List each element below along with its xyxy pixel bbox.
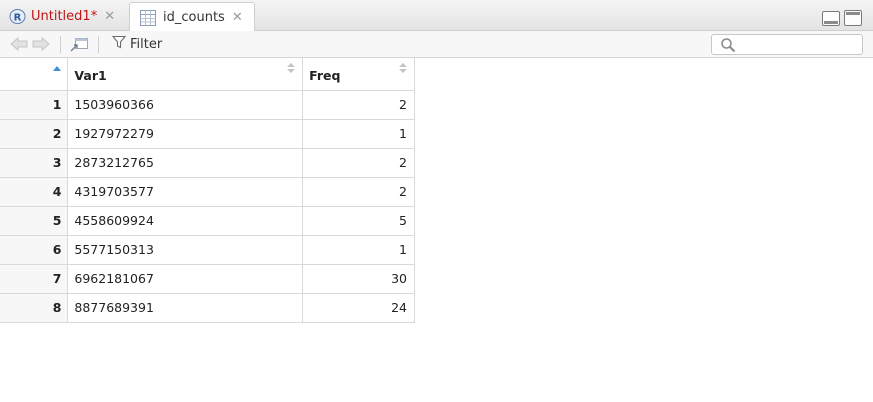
row-index: 3 xyxy=(0,148,69,178)
cell-freq: 1 xyxy=(302,235,415,265)
minimize-pane-icon[interactable] xyxy=(822,11,840,26)
cell-freq: 2 xyxy=(302,177,415,207)
history-nav xyxy=(9,36,51,56)
cell-freq: 2 xyxy=(302,90,415,120)
maximize-pane-icon[interactable] xyxy=(844,10,862,26)
close-icon[interactable]: ✕ xyxy=(232,10,243,25)
sort-icon xyxy=(287,63,296,75)
cell-freq: 2 xyxy=(302,148,415,178)
show-in-new-window-icon[interactable] xyxy=(69,36,89,57)
data-table: Var1 Freq 1 1503960366 2 2 1927972279 1 … xyxy=(0,58,415,323)
svg-text:R: R xyxy=(14,12,22,23)
row-index: 8 xyxy=(0,293,69,323)
cell-freq: 24 xyxy=(302,293,415,323)
table-row: 3 2873212765 2 xyxy=(0,148,415,178)
cell-var1: 4558609924 xyxy=(67,206,304,236)
tab-label: id_counts xyxy=(163,10,225,25)
table-row: 2 1927972279 1 xyxy=(0,119,415,149)
editor-tab-bar: R Untitled1* ✕ id_counts ✕ xyxy=(0,0,873,32)
viewer-toolbar: Filter xyxy=(0,31,873,58)
search-input[interactable] xyxy=(740,36,858,53)
row-index: 5 xyxy=(0,206,69,236)
row-index-header[interactable] xyxy=(0,58,69,91)
column-header-var1[interactable]: Var1 xyxy=(67,58,304,91)
cell-var1: 5577150313 xyxy=(67,235,304,265)
toolbar-divider xyxy=(60,36,61,53)
table-row: 5 4558609924 5 xyxy=(0,206,415,236)
table-header-row: Var1 Freq xyxy=(0,58,415,91)
cell-freq: 30 xyxy=(302,264,415,294)
cell-var1: 1927972279 xyxy=(67,119,304,149)
column-label: Var1 xyxy=(74,68,107,84)
cell-freq: 5 xyxy=(302,206,415,236)
row-index: 4 xyxy=(0,177,69,207)
table-row: 6 5577150313 1 xyxy=(0,235,415,265)
tab-label: Untitled1* xyxy=(31,9,98,24)
cell-var1: 2873212765 xyxy=(67,148,304,178)
filter-button[interactable]: Filter xyxy=(111,34,163,54)
table-row: 7 6962181067 30 xyxy=(0,264,415,294)
table-row: 4 4319703577 2 xyxy=(0,177,415,207)
tab-id-counts[interactable]: id_counts ✕ xyxy=(129,2,255,32)
table-row: 1 1503960366 2 xyxy=(0,90,415,120)
sort-icon xyxy=(399,63,407,75)
tab-untitled1[interactable]: R Untitled1* ✕ xyxy=(4,2,126,31)
filter-label: Filter xyxy=(130,36,163,52)
search-box[interactable] xyxy=(711,34,863,55)
cell-var1: 1503960366 xyxy=(67,90,304,120)
cell-var1: 8877689391 xyxy=(67,293,304,323)
forward-arrow-icon[interactable] xyxy=(31,36,51,56)
r-script-icon: R xyxy=(9,8,26,25)
row-index: 2 xyxy=(0,119,69,149)
column-label: Freq xyxy=(309,68,341,84)
table-row: 8 8877689391 24 xyxy=(0,293,415,323)
pane-controls xyxy=(822,10,862,27)
data-grid-icon xyxy=(139,9,157,27)
column-header-freq[interactable]: Freq xyxy=(302,58,415,91)
cell-var1: 6962181067 xyxy=(67,264,304,294)
filter-funnel-icon xyxy=(111,35,127,53)
close-icon[interactable]: ✕ xyxy=(104,9,115,24)
back-arrow-icon[interactable] xyxy=(9,36,29,56)
search-icon xyxy=(720,37,736,57)
cell-var1: 4319703577 xyxy=(67,177,304,207)
cell-freq: 1 xyxy=(302,119,415,149)
sort-ascending-icon xyxy=(53,66,61,71)
toolbar-divider xyxy=(98,36,99,53)
row-index: 7 xyxy=(0,264,69,294)
row-index: 1 xyxy=(0,90,69,120)
row-index: 6 xyxy=(0,235,69,265)
